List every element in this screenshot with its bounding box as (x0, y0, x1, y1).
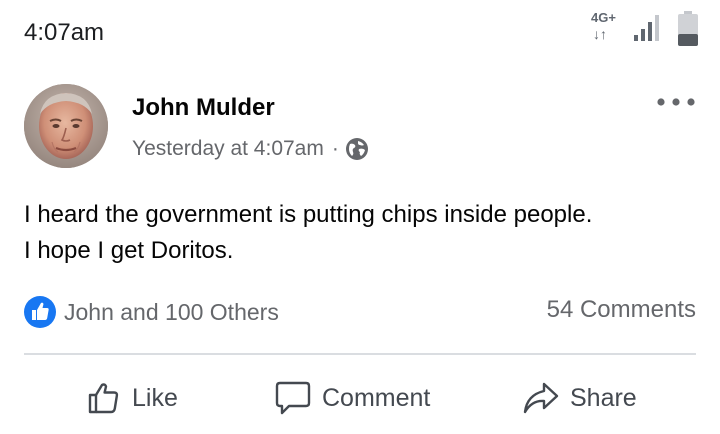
globe-icon[interactable] (345, 137, 369, 161)
post-meta: Yesterday at 4:07am · (132, 137, 369, 161)
comment-button[interactable]: Comment (274, 370, 430, 426)
comment-bubble-icon (275, 381, 311, 415)
share-arrow-icon (523, 382, 559, 414)
network-type-indicator: 4G+ ↓↑ (591, 11, 625, 45)
author-name[interactable]: John Mulder (132, 94, 275, 122)
like-reaction-icon (24, 296, 56, 328)
network-label: 4G+ (591, 10, 616, 25)
comment-label: Comment (322, 383, 431, 412)
status-bar: 4:07am 4G+ ↓↑ (0, 0, 720, 60)
thumbs-up-icon (88, 383, 119, 414)
post-body: I heard the government is putting chips … (24, 197, 704, 269)
post-text-line: I heard the government is putting chips … (24, 201, 593, 228)
divider (24, 353, 696, 355)
signal-strength-icon (634, 15, 659, 41)
post-text-line: I hope I get Doritos. (24, 237, 234, 264)
action-bar: Like Comment Share (24, 370, 696, 426)
avatar[interactable] (24, 84, 108, 168)
meta-separator: · (331, 137, 339, 160)
battery-icon (678, 11, 698, 46)
status-time: 4:07am (24, 19, 105, 46)
post-timestamp[interactable]: Yesterday at 4:07am (132, 137, 324, 161)
share-label: Share (570, 383, 637, 412)
data-arrows-icon: ↓↑ (593, 26, 607, 42)
like-label: Like (132, 383, 178, 412)
post-header: John Mulder Yesterday at 4:07am · (24, 84, 696, 174)
more-options-icon[interactable] (656, 94, 696, 110)
profile-photo (24, 84, 108, 168)
like-button[interactable]: Like (86, 370, 178, 426)
reactions-summary[interactable]: John and 100 Others (24, 296, 279, 328)
comments-count[interactable]: 54 Comments (547, 296, 696, 324)
share-button[interactable]: Share (522, 370, 637, 426)
reactions-text: John and 100 Others (64, 298, 279, 325)
